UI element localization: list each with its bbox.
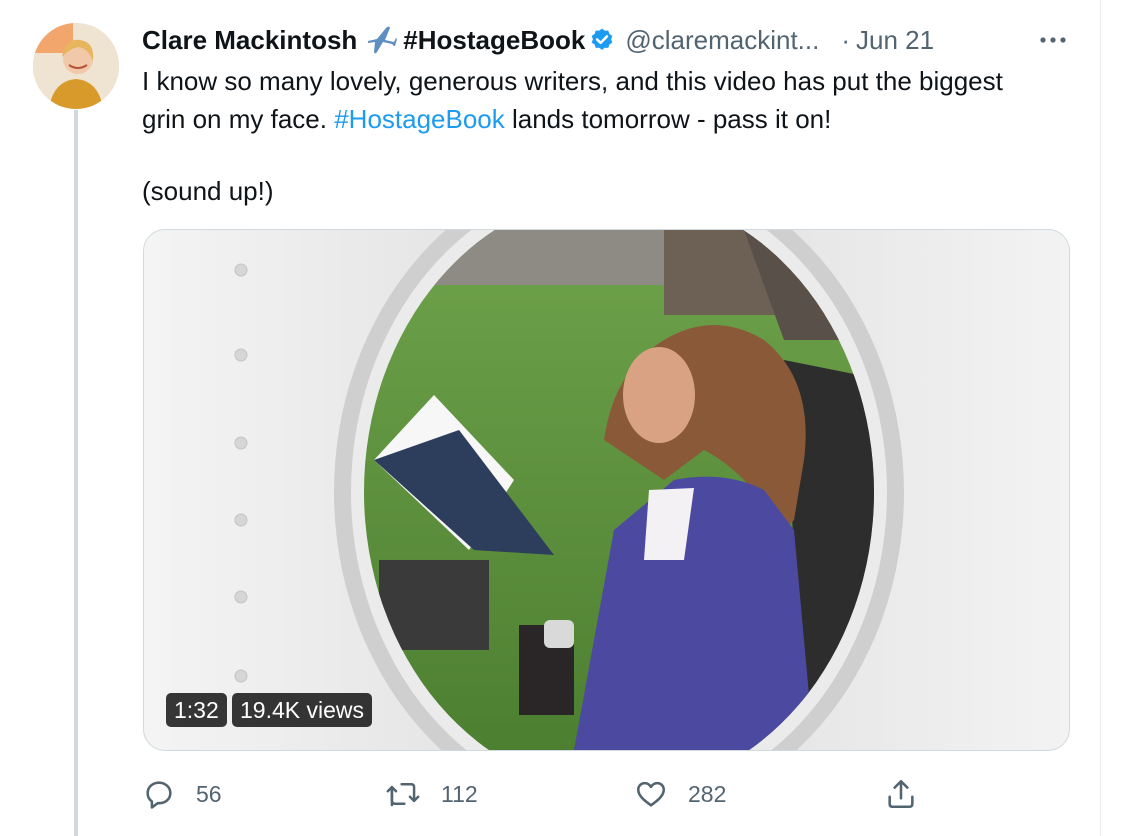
reply-count: 56 [196,780,222,807]
verified-badge-icon [589,27,615,53]
column-border [1100,0,1101,836]
tweet-header: Clare Mackintosh #HostageBook @claremack… [142,22,1087,58]
reply-button[interactable]: 56 [142,772,222,816]
like-icon [636,781,666,807]
like-count: 282 [688,780,727,807]
more-icon[interactable] [1038,28,1068,52]
tweet-text-part: lands tomorrow - pass it on! [504,104,832,134]
video-player[interactable] [143,229,1070,751]
avatar[interactable] [33,23,119,109]
tweet-actions: 56 112 282 [142,772,942,816]
author-name[interactable]: Clare Mackintosh [142,25,357,56]
video-duration-badge: 1:32 [166,693,227,727]
separator: · [841,24,851,55]
author-hashtag[interactable]: #HostageBook [403,25,585,56]
retweet-button[interactable]: 112 [385,772,478,816]
airplane-emoji-icon [365,25,398,55]
author-handle[interactable]: @claremackint... [625,25,819,56]
tweet-text-line1: I know so many lovely, generous writers,… [142,62,1042,138]
tweet-text-line2: (sound up!) [142,176,274,206]
video-frame [144,230,1069,750]
like-button[interactable]: 282 [634,772,726,816]
retweet-count: 112 [441,780,478,807]
retweet-icon [386,783,420,807]
tweet-date[interactable]: Jun 21 [856,25,934,56]
hashtag-link[interactable]: #HostageBook [334,104,505,134]
reply-icon [146,781,172,809]
share-button[interactable] [884,772,938,816]
tweet-text: I know so many lovely, generous writers,… [142,62,1042,210]
thread-connector-line [74,110,78,836]
share-icon [888,779,914,809]
video-views-badge: 19.4K views [232,693,373,727]
